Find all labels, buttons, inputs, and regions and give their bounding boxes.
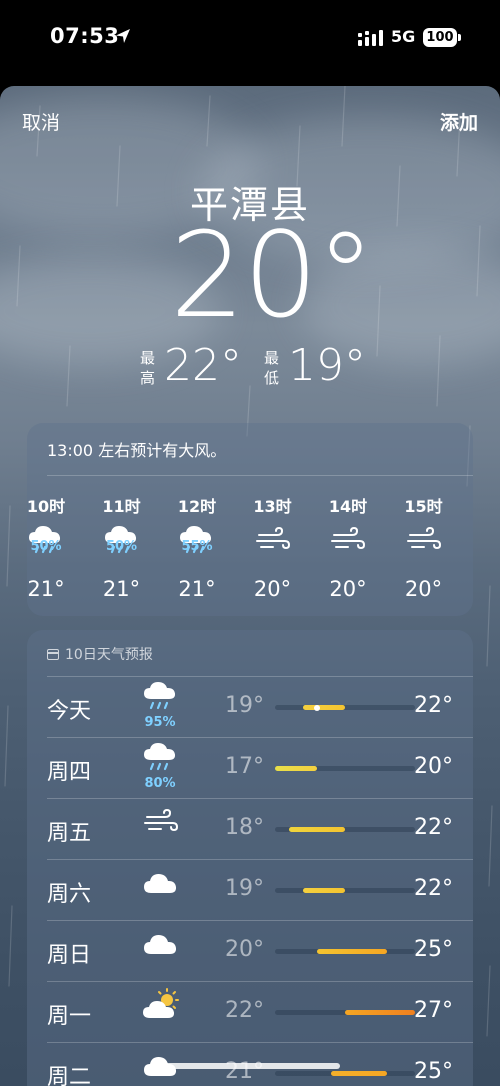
- add-button[interactable]: 添加: [440, 108, 478, 135]
- daily-row[interactable]: 周日 20° 25°: [27, 921, 473, 982]
- temperature-range-fill: [289, 827, 345, 832]
- daily-day-name: 周日: [47, 943, 92, 968]
- hourly-temperature: 21°: [27, 577, 65, 601]
- wind-icon: [394, 523, 454, 555]
- hourly-precipitation: 50%: [105, 539, 138, 554]
- daily-high-temp: 25°: [414, 1059, 453, 1084]
- daily-day-name: 今天: [47, 699, 92, 724]
- hourly-item: 10时 50% 21°: [16, 493, 76, 601]
- hourly-precipitation: 55%: [181, 539, 213, 554]
- cloud-rain-icon: [141, 740, 181, 774]
- hourly-item: 11时 50% 21°: [92, 493, 152, 601]
- status-bar: 07:53 5G 100: [0, 0, 500, 78]
- daily-row[interactable]: 周五 18° 22°: [27, 799, 473, 860]
- location-arrow-icon: [116, 29, 130, 43]
- daily-high-temp: 25°: [414, 937, 453, 962]
- daily-precipitation: 95%: [144, 715, 176, 730]
- temperature-range-bar: [275, 949, 415, 954]
- daily-high-temp: 27°: [414, 998, 453, 1023]
- daily-day-name: 周二: [47, 1065, 92, 1086]
- daily-precipitation: 80%: [144, 776, 176, 791]
- cancel-button[interactable]: 取消: [22, 108, 60, 135]
- hourly-time: 12时: [177, 497, 217, 516]
- temperature-range-bar: [275, 766, 415, 771]
- calendar-icon: [47, 649, 59, 660]
- temperature-range-fill: [303, 888, 345, 893]
- temperature-range-fill: [317, 949, 387, 954]
- battery-icon: 100: [423, 28, 457, 47]
- daily-header: 10日天气预报: [47, 644, 153, 664]
- daily-day-name: 周四: [47, 760, 92, 785]
- signal-icon: [358, 30, 383, 46]
- wind-alert: 13:00 左右预计有大风。: [47, 441, 227, 460]
- low-label: 最低: [264, 349, 280, 387]
- daily-day-name: 周五: [47, 821, 92, 846]
- temperature-range-fill: [275, 766, 317, 771]
- daily-low-temp: 22°: [225, 998, 264, 1023]
- temperature-range-bar: [275, 1010, 415, 1015]
- cloud-rain-icon: [141, 679, 181, 713]
- daily-row[interactable]: 周六 19° 22°: [27, 860, 473, 921]
- home-indicator[interactable]: [160, 1063, 340, 1069]
- daily-high-temp: 20°: [414, 754, 453, 779]
- hourly-item: 12时 55% 21°: [167, 493, 227, 601]
- daily-low-temp: 19°: [225, 876, 264, 901]
- temperature-range-fill: [303, 705, 345, 710]
- current-temperature-dot: [314, 704, 320, 711]
- cloud-icon: [141, 866, 181, 900]
- hourly-temperature: 20°: [253, 577, 292, 601]
- temperature-range-bar: [275, 888, 415, 893]
- daily-high-temp: 22°: [414, 693, 453, 718]
- daily-low-temp: 17°: [225, 754, 264, 779]
- daily-row[interactable]: 周四 80% 17° 20°: [27, 738, 473, 799]
- wind-icon: [318, 523, 378, 555]
- high-value: 22°: [164, 340, 242, 391]
- wind-icon: [243, 523, 303, 555]
- current-temperature: 20°: [170, 206, 375, 344]
- hourly-temperature: 21°: [102, 577, 141, 601]
- temperature-range-bar: [275, 704, 415, 711]
- temperature-range-fill: [345, 1010, 415, 1015]
- hourly-time: 13时: [253, 497, 292, 516]
- weather-sheet: 取消 添加 平潭县 20° 最高 22° 最低 19° 13:00 左右预计有大…: [0, 86, 500, 1086]
- hourly-item: 15时 20°: [394, 493, 454, 601]
- daily-low-temp: 19°: [225, 693, 264, 718]
- hourly-time: 14时: [328, 497, 368, 516]
- daily-title: 10日天气预报: [65, 647, 153, 663]
- temperature-range-bar: [275, 827, 415, 832]
- hourly-temperature: 20°: [329, 577, 367, 601]
- daily-low-temp: 18°: [225, 815, 264, 840]
- daily-row[interactable]: 周一 22° 27°: [27, 982, 473, 1043]
- divider: [47, 475, 473, 476]
- daily-day-name: 周六: [47, 882, 92, 907]
- daily-day-name: 周一: [47, 1004, 92, 1029]
- daily-row[interactable]: 今天 95% 19° 22°: [27, 677, 473, 738]
- daily-low-temp: 20°: [225, 937, 264, 962]
- hourly-time: 10时: [26, 497, 66, 516]
- temperature-range-fill: [331, 1071, 387, 1076]
- cloud-sun-icon: [141, 988, 181, 1022]
- hourly-temperature: 20°: [404, 577, 443, 601]
- cloud-icon: [141, 927, 181, 961]
- daily-high-temp: 22°: [414, 815, 453, 840]
- hourly-time: 15时: [404, 497, 443, 516]
- low-value: 19°: [288, 340, 366, 391]
- wind-icon: [141, 805, 181, 839]
- hourly-time: 11时: [102, 497, 141, 516]
- hourly-temperature: 21°: [178, 577, 216, 601]
- battery-tip: [458, 34, 461, 41]
- network-type: 5G: [391, 27, 416, 46]
- hourly-item: 13时 20°: [243, 493, 303, 601]
- hourly-forecast-card[interactable]: 13:00 左右预计有大风。 10时 50% 21° 11时 50% 21° 12时 55% 2…: [27, 423, 473, 616]
- daily-forecast-card[interactable]: 10日天气预报 今天 95% 19° 22° 周四 80% 17° 20° 周五 18° 22° 周六…: [27, 630, 473, 1086]
- status-time: 07:53: [50, 24, 120, 48]
- hourly-item: 14时 20°: [318, 493, 378, 601]
- temperature-range-bar: [275, 1071, 415, 1076]
- daily-high-temp: 22°: [414, 876, 453, 901]
- hourly-precipitation: 50%: [30, 539, 62, 554]
- high-label: 最高: [140, 349, 156, 387]
